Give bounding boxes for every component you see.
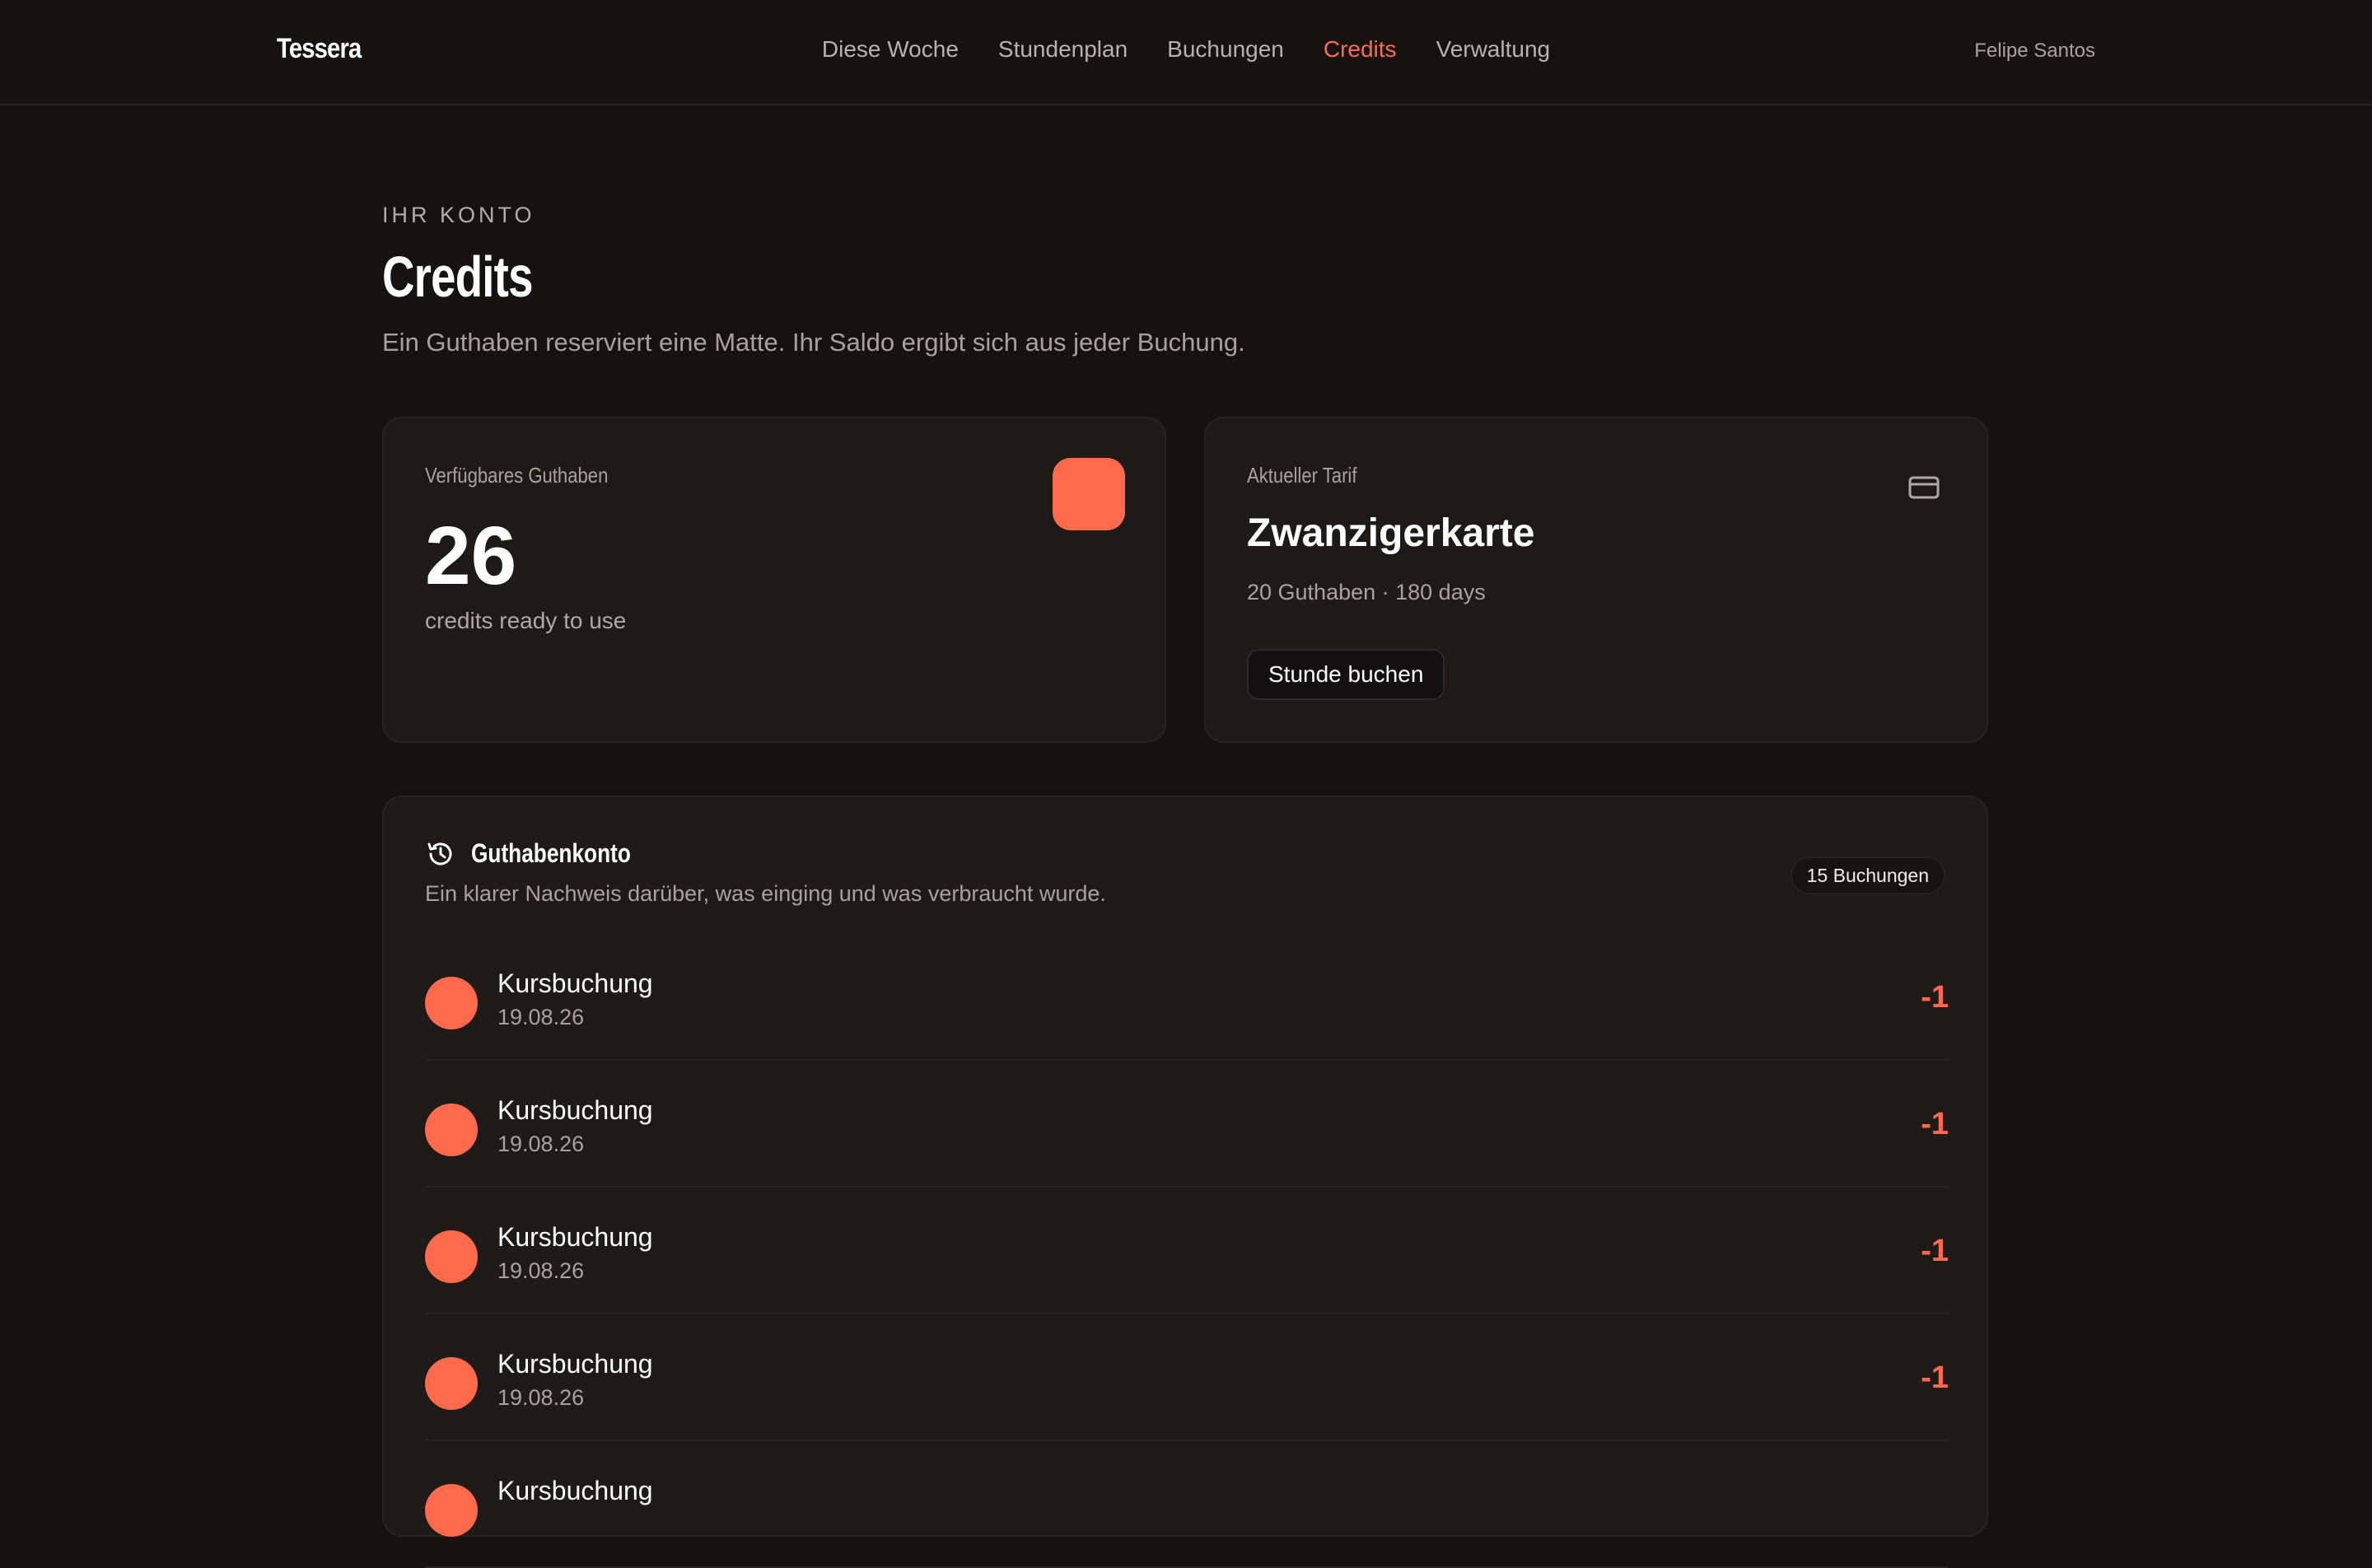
transaction-date: 19.08.26 xyxy=(497,1258,585,1283)
credit-card-icon xyxy=(1901,464,1947,511)
ledger-row[interactable]: Kursbuchung 19.08.26 -1 xyxy=(425,934,1949,1061)
balance-value: 26 xyxy=(425,510,517,602)
ledger-row[interactable]: Kursbuchung xyxy=(425,1441,1949,1568)
transaction-date: 19.08.26 xyxy=(497,1385,585,1410)
ledger-title: Guthabenkonto xyxy=(471,838,631,868)
transaction-dot-icon xyxy=(425,1230,478,1283)
transaction-amount: -1 xyxy=(1921,1107,1949,1141)
page-title: Credits xyxy=(382,245,533,309)
user-menu[interactable]: Felipe Santos xyxy=(1974,40,2095,63)
ledger-card: Guthabenkonto Ein klarer Nachweis darübe… xyxy=(382,796,1988,1568)
transaction-title: Kursbuchung xyxy=(497,968,653,998)
balance-subtext: credits ready to use xyxy=(425,608,627,633)
plan-name: Zwanzigerkarte xyxy=(1247,511,1535,555)
transaction-dot-icon xyxy=(425,1357,478,1410)
transaction-date: 19.08.26 xyxy=(497,1132,585,1156)
transaction-title: Kursbuchung xyxy=(497,1349,653,1379)
ledger-row[interactable]: Kursbuchung 19.08.26 -1 xyxy=(425,1314,1949,1441)
transaction-title: Kursbuchung xyxy=(497,1476,653,1505)
balance-card: Verfügbares Guthaben 26 credits ready to… xyxy=(382,417,1166,743)
transaction-dot-icon xyxy=(425,1104,478,1156)
page-description: Ein Guthaben reserviert eine Matte. Ihr … xyxy=(382,328,1245,357)
balance-label: Verfügbares Guthaben xyxy=(425,463,609,488)
bookings-count-badge: 15 Buchungen xyxy=(1790,856,1945,894)
book-class-button[interactable]: Stunde buchen xyxy=(1247,649,1445,700)
plan-card: Aktueller Tarif Zwanzigerkarte 20 Guthab… xyxy=(1204,417,1988,743)
plan-meta: 20 Guthaben · 180 days xyxy=(1247,580,1486,604)
transaction-dot-icon xyxy=(425,977,478,1029)
transaction-title: Kursbuchung xyxy=(497,1095,653,1125)
transaction-title: Kursbuchung xyxy=(497,1222,653,1252)
nav-item-credits[interactable]: Credits xyxy=(1324,36,1397,63)
transaction-amount: -1 xyxy=(1921,1234,1949,1268)
transaction-amount: -1 xyxy=(1921,1360,1949,1395)
ledger-row[interactable]: Kursbuchung 19.08.26 -1 xyxy=(425,1188,1949,1314)
ledger-subtitle: Ein klarer Nachweis darüber, was einging… xyxy=(425,881,1106,906)
transaction-date: 19.08.26 xyxy=(497,1005,585,1029)
top-navigation-bar: Tessera Diese Woche Stundenplan Buchunge… xyxy=(0,0,2372,105)
nav-item-diese-woche[interactable]: Diese Woche xyxy=(822,36,959,63)
plan-label: Aktueller Tarif xyxy=(1247,463,1357,488)
balance-accent-tile xyxy=(1053,458,1125,530)
nav-item-buchungen[interactable]: Buchungen xyxy=(1167,36,1284,63)
ledger-row[interactable]: Kursbuchung 19.08.26 -1 xyxy=(425,1061,1949,1188)
transaction-dot-icon xyxy=(425,1484,478,1537)
history-icon xyxy=(425,838,456,870)
nav-item-stundenplan[interactable]: Stundenplan xyxy=(998,36,1128,63)
page-eyebrow: IHR KONTO xyxy=(382,203,535,227)
transaction-amount: -1 xyxy=(1921,980,1949,1015)
nav-item-verwaltung[interactable]: Verwaltung xyxy=(1436,36,1551,63)
